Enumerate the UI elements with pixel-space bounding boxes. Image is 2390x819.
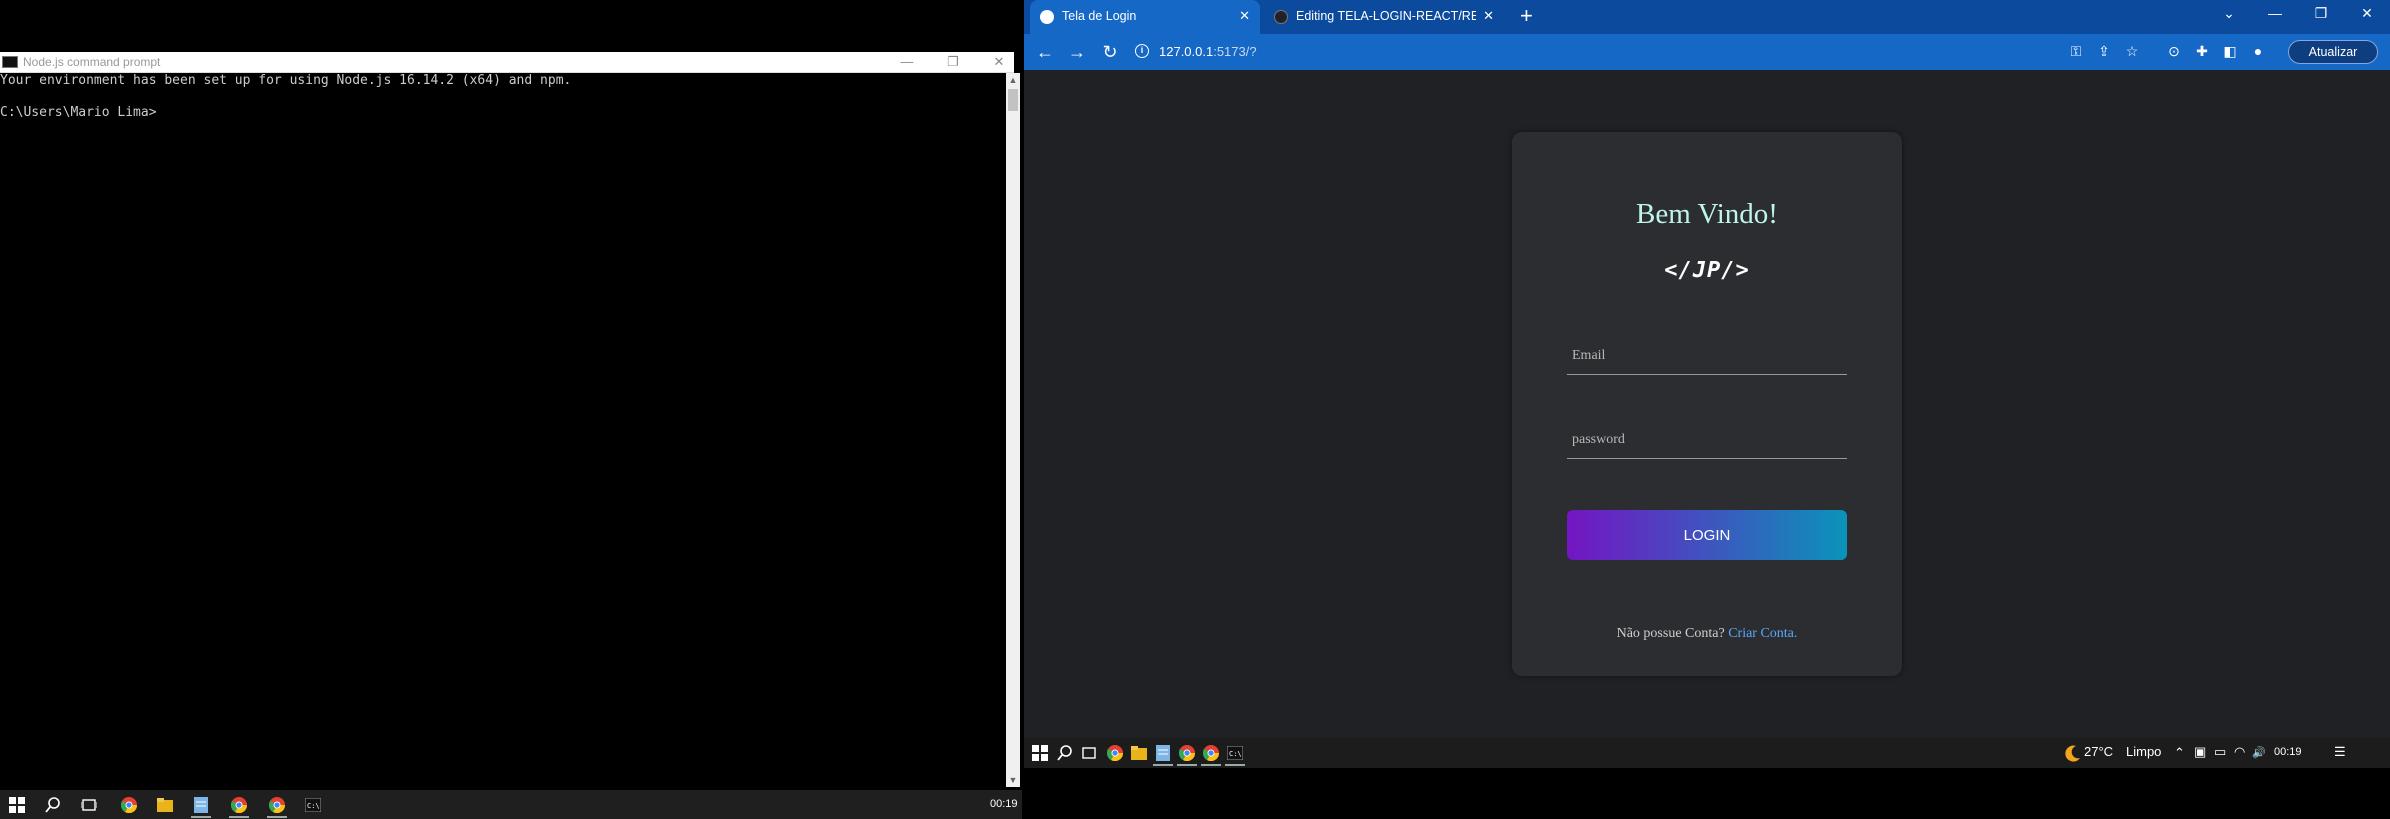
share-icon[interactable]: ⇪ [2095,43,2113,60]
profile-avatar-icon[interactable]: ● [2249,43,2267,59]
moon-weather-icon[interactable] [2062,742,2084,764]
notepad-icon[interactable] [190,794,212,818]
network-icon[interactable]: ◠ [2234,744,2245,760]
clock[interactable]: 00:19 [2274,746,2302,758]
site-info-icon[interactable]: i [1135,44,1149,58]
minimize-button[interactable]: — [2260,5,2290,21]
cmd-titlebar[interactable]: Node.js command prompt — ❐ ✕ [0,52,1014,73]
cmd-maximize-button[interactable]: ❐ [938,53,968,71]
tab-editing-readme[interactable]: Editing TELA-LOGIN-REACT/README ✕ [1264,0,1504,34]
new-tab-button[interactable]: + [1520,4,1533,28]
chrome-icon[interactable] [118,794,140,816]
tab-search-button[interactable]: ⌄ [2214,5,2244,22]
tab-label: Tela de Login [1062,9,1137,23]
clock[interactable]: 00:19 [990,798,1018,810]
tab-label: Editing TELA-LOGIN-REACT/README [1296,9,1476,23]
cmd-minimize-button[interactable]: — [892,53,922,71]
login-card: Bem Vindo! </JP/> LOGIN Não possue Conta… [1512,132,1902,676]
incognito-icon[interactable]: ⊙ [2165,43,2183,60]
extensions-icon[interactable]: ✚ [2193,43,2211,60]
scroll-up-arrow-icon[interactable]: ▲ [1006,73,1020,87]
scroll-thumb[interactable] [1008,89,1018,111]
left-taskbar: C:\ 00:19 [0,790,1022,819]
chrome-icon[interactable] [266,794,288,818]
terminal-icon[interactable]: C:\ [1224,742,1246,766]
task-view-icon[interactable] [78,794,100,816]
create-account-link[interactable]: Criar Conta. [1728,626,1797,641]
chrome-icon[interactable] [1104,742,1126,764]
signup-prompt: Não possue Conta? Criar Conta. [1512,626,1902,642]
search-icon[interactable] [1054,742,1076,764]
password-field[interactable] [1567,422,1847,459]
page-viewport: Bem Vindo! </JP/> LOGIN Não possue Conta… [1024,70,2390,738]
scroll-down-arrow-icon[interactable]: ▼ [1006,773,1020,787]
search-icon[interactable] [42,794,64,816]
windows-start-icon[interactable] [1029,742,1051,764]
svg-text:C:\: C:\ [307,802,320,810]
file-explorer-icon[interactable] [1128,742,1150,764]
cmd-scrollbar[interactable]: ▲ ▼ [1006,73,1020,787]
chrome-icon[interactable] [1176,742,1198,766]
globe-icon [1040,10,1054,24]
cmd-close-button[interactable]: ✕ [984,53,1014,71]
welcome-title: Bem Vindo! [1636,198,1778,230]
volume-icon[interactable]: 🔊 [2252,746,2266,759]
cmd-window-title: Node.js command prompt [23,55,161,69]
browser-window: Tela de Login ✕ Editing TELA-LOGIN-REACT… [1024,0,2390,768]
login-button[interactable]: LOGIN [1567,510,1847,560]
restore-button[interactable]: ❐ [2306,5,2336,22]
key-icon[interactable]: ⚿ [2067,43,2085,60]
cmd-app-icon [2,56,18,68]
url-text[interactable]: 127.0.0.1:5173/? [1159,44,1257,59]
chrome-icon[interactable] [1200,742,1222,766]
tray-chevron-icon[interactable]: ⌃ [2174,745,2185,761]
left-screen: Node.js command prompt — ❐ ✕ Your enviro… [0,0,1022,819]
side-panel-icon[interactable]: ◧ [2221,43,2239,60]
github-icon [1274,10,1288,24]
update-button[interactable]: Atualizar [2288,40,2378,64]
email-input[interactable] [1567,338,1847,374]
right-taskbar: C:\ 27°C Limpo ⌃ ▣ ▭ ◠ 🔊 00:19 ☰ [1024,738,2390,768]
notifications-icon[interactable]: ☰ [2334,744,2346,760]
reload-button[interactable]: ↻ [1098,41,1122,63]
notepad-icon[interactable] [1152,742,1174,766]
email-field[interactable] [1567,338,1847,375]
chrome-icon[interactable] [228,794,250,818]
cmd-console[interactable]: Your environment has been set up for usi… [0,73,1006,787]
battery-icon[interactable]: ▭ [2214,744,2226,760]
no-account-text: Não possue Conta? [1616,626,1725,641]
temperature[interactable]: 27°C [2084,744,2113,759]
terminal-icon[interactable]: C:\ [302,794,324,816]
close-icon[interactable]: ✕ [1239,8,1250,24]
weather-condition[interactable]: Limpo [2126,744,2161,759]
meet-now-icon[interactable]: ▣ [2194,744,2206,760]
address-bar[interactable]: i 127.0.0.1:5173/? [1131,39,1811,65]
tab-strip: Tela de Login ✕ Editing TELA-LOGIN-REACT… [1024,0,2390,34]
close-window-button[interactable]: ✕ [2352,5,2382,22]
bookmark-star-icon[interactable]: ☆ [2123,43,2141,60]
jp-logo: </JP/> [1664,258,1750,283]
file-explorer-icon[interactable] [154,794,176,816]
windows-start-icon[interactable] [6,794,28,816]
password-input[interactable] [1567,422,1847,458]
tab-tela-de-login[interactable]: Tela de Login ✕ [1030,0,1260,34]
console-line: Your environment has been set up for usi… [0,73,572,88]
forward-button[interactable]: → [1065,41,1089,63]
console-prompt: C:\Users\Mario Lima> [0,105,157,120]
close-icon[interactable]: ✕ [1483,8,1494,24]
task-view-icon[interactable] [1078,742,1100,764]
browser-toolbar: ← → ↻ i 127.0.0.1:5173/? ⚿ ⇪ ☆ ⊙ ✚ ◧ ● A… [1024,34,2390,70]
svg-text:C:\: C:\ [1229,750,1242,758]
back-button[interactable]: ← [1033,41,1057,63]
